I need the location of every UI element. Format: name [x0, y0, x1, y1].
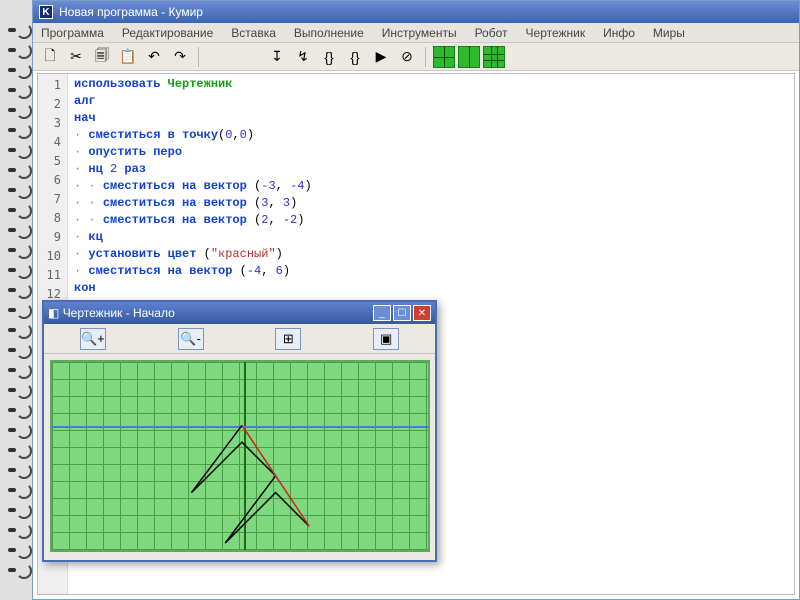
menu-редактирование[interactable]: Редактирование [118, 24, 217, 42]
drawing-canvas[interactable] [50, 360, 430, 552]
globe-icon[interactable]: ⊘ [396, 46, 418, 68]
menu-инфо[interactable]: Инфо [599, 24, 639, 42]
close-button[interactable]: ✕ [413, 305, 431, 321]
new-file-icon[interactable]: 🗋 [39, 46, 61, 68]
child-toolbar: 🔍+ 🔍- ⊞ ▣ [44, 324, 435, 354]
window-title: Новая программа - Кумир [59, 5, 203, 19]
maximize-button[interactable]: ☐ [393, 305, 411, 321]
menu-миры[interactable]: Миры [649, 24, 689, 42]
insert-icon[interactable]: ↧ [266, 46, 288, 68]
minimize-button[interactable]: _ [373, 305, 391, 321]
menu-вставка[interactable]: Вставка [227, 24, 280, 42]
copy-icon[interactable]: 🗐 [91, 46, 113, 68]
cut-icon[interactable]: ✂ [65, 46, 87, 68]
run-icon[interactable]: ▶ [370, 46, 392, 68]
grid-toggle-icon[interactable]: ⊞ [275, 328, 301, 350]
toolbar: 🗋✂🗐📋↶↷↧↯{}{}▶⊘ [33, 43, 799, 71]
braces1-icon[interactable]: {} [318, 46, 340, 68]
app-icon: K [39, 5, 53, 19]
paste-icon[interactable]: 📋 [117, 46, 139, 68]
layout-icon[interactable] [483, 46, 505, 68]
zoom-in-icon[interactable]: 🔍+ [80, 328, 106, 350]
menu-bar: Программа Редактирование Вставка Выполнение… [33, 23, 799, 43]
zoom-out-icon[interactable]: 🔍- [178, 328, 204, 350]
menu-чертежник[interactable]: Чертежник [522, 24, 590, 42]
drafter-window[interactable]: ◧ Чертежник - Начало _ ☐ ✕ 🔍+ 🔍- ⊞ ▣ [42, 300, 437, 562]
braces2-icon[interactable]: {} [344, 46, 366, 68]
drawing-svg [52, 362, 428, 552]
redo-icon[interactable]: ↷ [169, 46, 191, 68]
child-app-icon: ◧ [48, 306, 59, 320]
run-step-icon[interactable]: ↯ [292, 46, 314, 68]
menu-робот[interactable]: Робот [471, 24, 512, 42]
menu-программа[interactable]: Программа [37, 24, 108, 42]
child-window-title: Чертежник - Начало [63, 306, 175, 320]
undo-icon[interactable]: ↶ [143, 46, 165, 68]
fit-icon[interactable]: ▣ [373, 328, 399, 350]
layout-icon[interactable] [458, 46, 480, 68]
child-title-bar[interactable]: ◧ Чертежник - Начало _ ☐ ✕ [44, 302, 435, 324]
menu-выполнение[interactable]: Выполнение [290, 24, 368, 42]
layout-icon[interactable] [433, 46, 455, 68]
title-bar[interactable]: K Новая программа - Кумир [33, 1, 799, 23]
menu-инструменты[interactable]: Инструменты [378, 24, 461, 42]
notebook-spiral [0, 0, 32, 600]
